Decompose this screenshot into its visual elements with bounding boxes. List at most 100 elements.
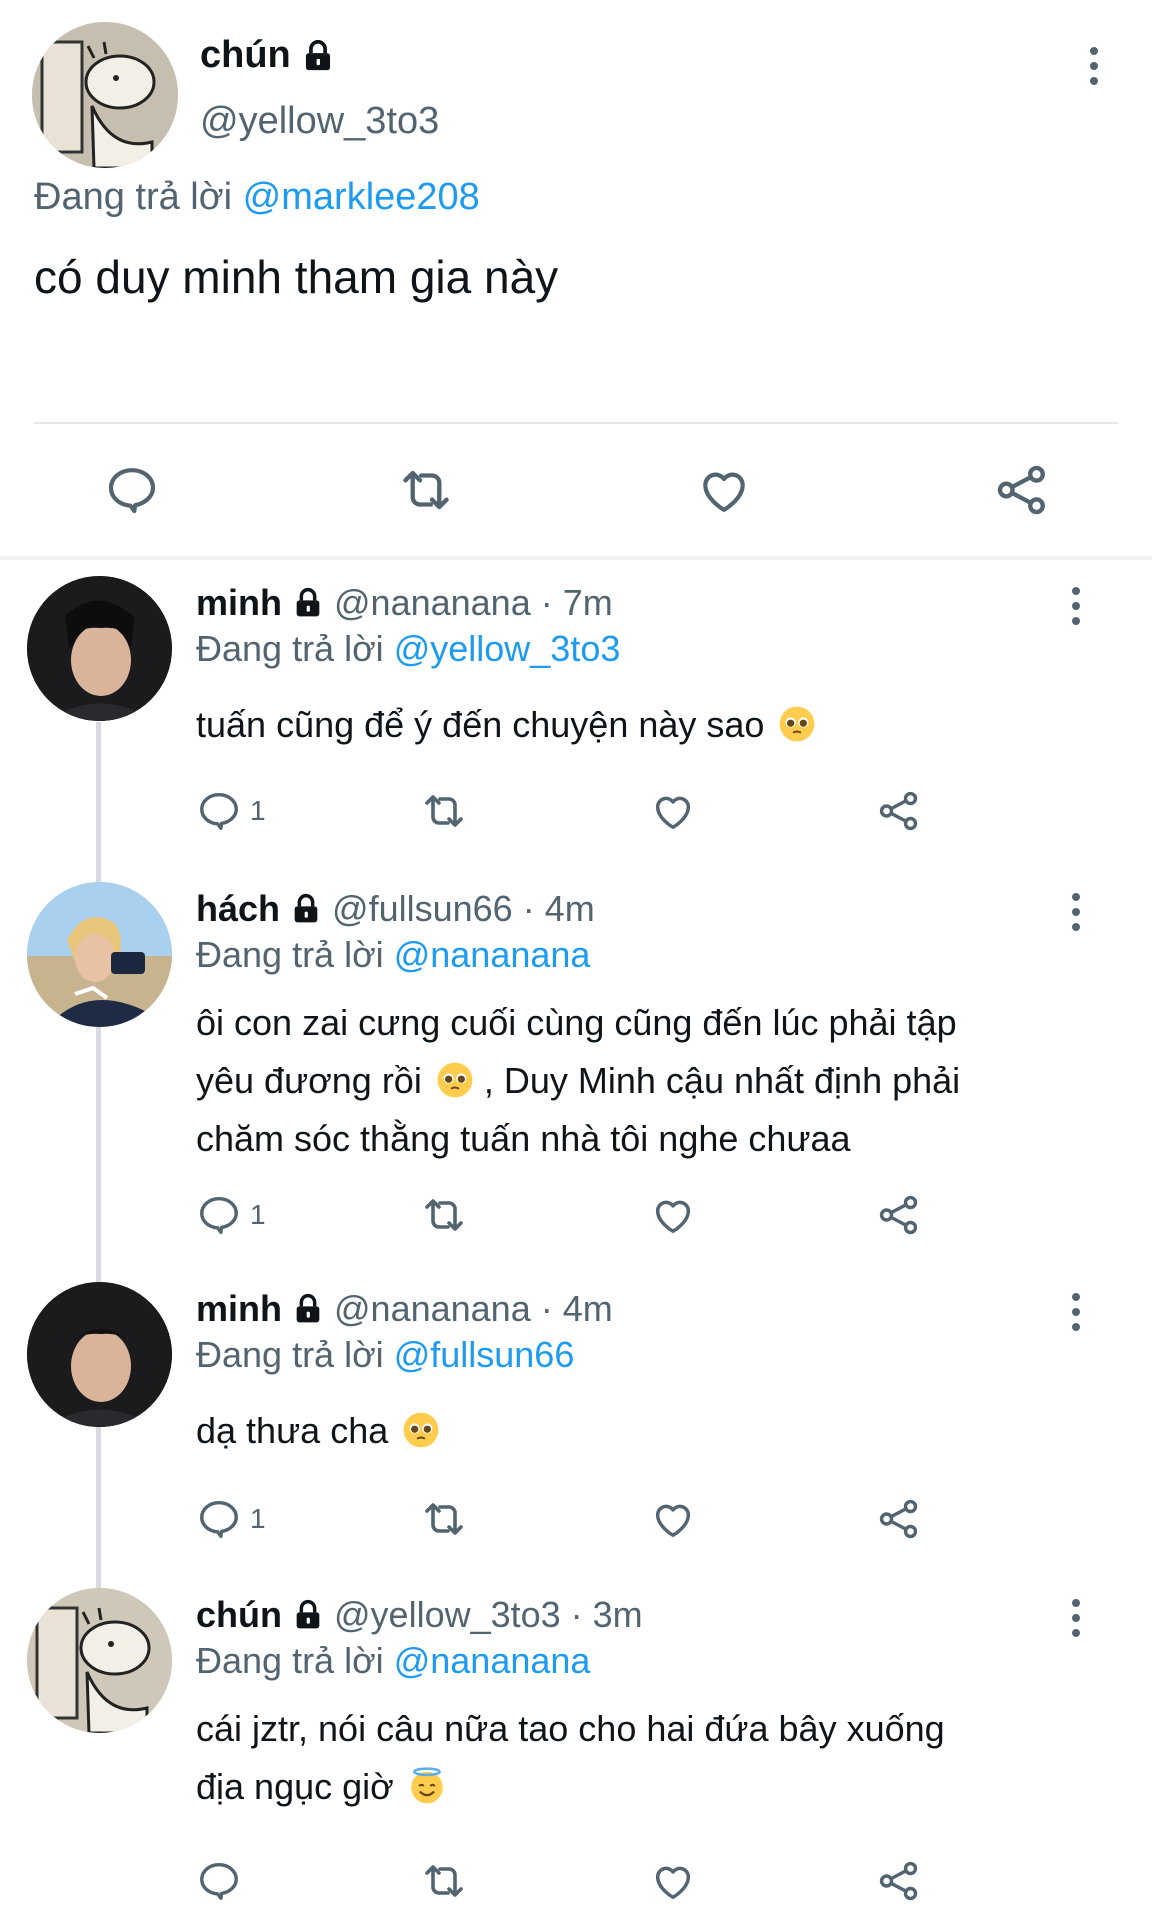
share-button[interactable] [876,1494,922,1544]
heart-icon [655,1866,691,1900]
reply-text-content: tuấn cũng để ý đến chuyện này sao [196,704,765,745]
reply-text-line: địa ngục giờ [196,1758,1096,1816]
retweet-button[interactable] [420,1190,468,1240]
share-icon [997,465,1045,515]
timestamp[interactable]: · 3m [571,1594,643,1636]
user-photo [27,576,172,721]
user-handle[interactable]: @yellow_3to3 [334,1594,561,1636]
retweet-icon [403,470,449,510]
timestamp[interactable]: · 4m [523,888,595,930]
retweet-button[interactable] [420,1856,468,1906]
reply-tweet: chún @yellow_3to3 · 3m Đang trả lời @nan… [0,1588,1152,1918]
share-button[interactable] [876,1190,922,1240]
moomin-avatar-image [32,22,178,168]
retweet-icon [425,1865,463,1897]
reply-button[interactable]: 1 [196,786,266,836]
reply-button[interactable] [196,1856,242,1906]
share-icon [879,1195,918,1235]
reply-tweet: minh @nananana · 7m Đang trả lời @yellow… [0,576,1152,846]
replying-to: Đang trả lời @marklee208 [34,176,480,219]
reply-actions: 1 [0,786,1152,836]
share-icon [879,1499,918,1539]
retweet-icon [425,1503,463,1535]
lock-icon [296,587,320,617]
reply-button[interactable]: 1 [196,1494,266,1544]
display-name[interactable]: minh [196,1288,282,1330]
reply-text-content: dạ thưa cha [196,1410,389,1451]
comment-icon [200,1196,238,1234]
replying-to-link[interactable]: @marklee208 [243,176,480,218]
display-name[interactable]: chún [200,34,335,77]
section-divider [0,556,1152,560]
tweet-text: có duy minh tham gia này [34,251,559,303]
share-button[interactable] [876,1856,922,1906]
reply-button[interactable]: 1 [196,1190,266,1240]
timestamp[interactable]: · 7m [541,582,613,624]
avatar[interactable] [32,22,178,168]
user-handle[interactable]: @fullsun66 [332,888,513,930]
replying-to-link[interactable]: @yellow_3to3 [394,628,621,669]
heart-icon [655,796,691,830]
replying-to-link[interactable]: @fullsun66 [394,1334,575,1375]
reply-button[interactable] [100,458,164,522]
share-button[interactable] [990,458,1054,522]
heart-icon [703,472,745,512]
retweet-button[interactable] [420,1494,468,1544]
avatar[interactable] [27,576,172,721]
pleading-face-emoji-icon [403,1412,439,1448]
reply-actions: 1 [0,1494,1152,1544]
replying-to-prefix: Đang trả lời [196,1640,384,1681]
avatar[interactable] [27,1588,172,1733]
retweet-icon [425,795,463,827]
replying-to: Đang trả lời @yellow_3to3 [196,628,620,670]
reply-header: minh @nananana · 4m [196,1288,613,1330]
smiling-face-with-halo-emoji-icon [410,1767,443,1804]
lock-icon [305,39,330,70]
main-tweet: chún @yellow_3to3 Đang trả lời @marklee2… [0,0,1152,560]
replying-to-link[interactable]: @nananana [394,1640,591,1681]
display-name[interactable]: hách [196,888,280,930]
avatar[interactable] [27,1282,172,1427]
retweet-button[interactable] [420,786,468,836]
retweet-icon [425,1199,463,1231]
replying-to: Đang trả lời @nananana [196,1640,590,1682]
reply-text-content: địa ngục giờ [196,1766,394,1807]
lock-icon [296,1599,320,1629]
reply-header: minh @nananana · 7m [196,582,613,624]
retweet-button[interactable] [394,458,458,522]
like-button[interactable] [692,458,756,522]
replying-to-link[interactable]: @nananana [394,934,591,975]
share-icon [879,1861,918,1901]
user-handle[interactable]: @nananana [334,582,531,624]
user-handle[interactable]: @yellow_3to3 [200,100,439,143]
divider [34,422,1118,424]
user-handle[interactable]: @nananana [334,1288,531,1330]
more-options-icon[interactable] [1056,882,1096,942]
more-options-icon[interactable] [1056,1588,1096,1648]
pleading-face-emoji-icon [437,1062,473,1098]
comment-icon [200,792,238,830]
reply-header: hách @fullsun66 · 4m [196,888,595,930]
moomin-avatar-image [27,1588,172,1733]
like-button[interactable] [650,1856,696,1906]
reply-header: chún @yellow_3to3 · 3m [196,1594,643,1636]
replying-to-prefix: Đang trả lời [196,628,384,669]
display-name[interactable]: minh [196,582,282,624]
reply-count: 1 [250,1503,266,1534]
share-button[interactable] [876,786,922,836]
avatar[interactable] [27,882,172,1027]
reply-text-line: yêu đương rồi , Duy Minh cậu nhất định p… [196,1052,1096,1110]
replying-to-prefix: Đang trả lời [196,934,384,975]
display-name[interactable]: chún [196,1594,282,1636]
like-button[interactable] [650,1494,696,1544]
tweet-actions [0,458,1152,522]
reply-tweet: minh @nananana · 4m Đang trả lời @fullsu… [0,1282,1152,1552]
reply-text-line: cái jztr, nói câu nữa tao cho hai đứa bâ… [196,1708,945,1749]
more-options-icon[interactable] [1056,576,1096,636]
more-options-icon[interactable] [1074,36,1114,96]
more-options-icon[interactable] [1056,1282,1096,1342]
reply-actions: 1 [0,1190,1152,1240]
like-button[interactable] [650,1190,696,1240]
timestamp[interactable]: · 4m [541,1288,613,1330]
like-button[interactable] [650,786,696,836]
